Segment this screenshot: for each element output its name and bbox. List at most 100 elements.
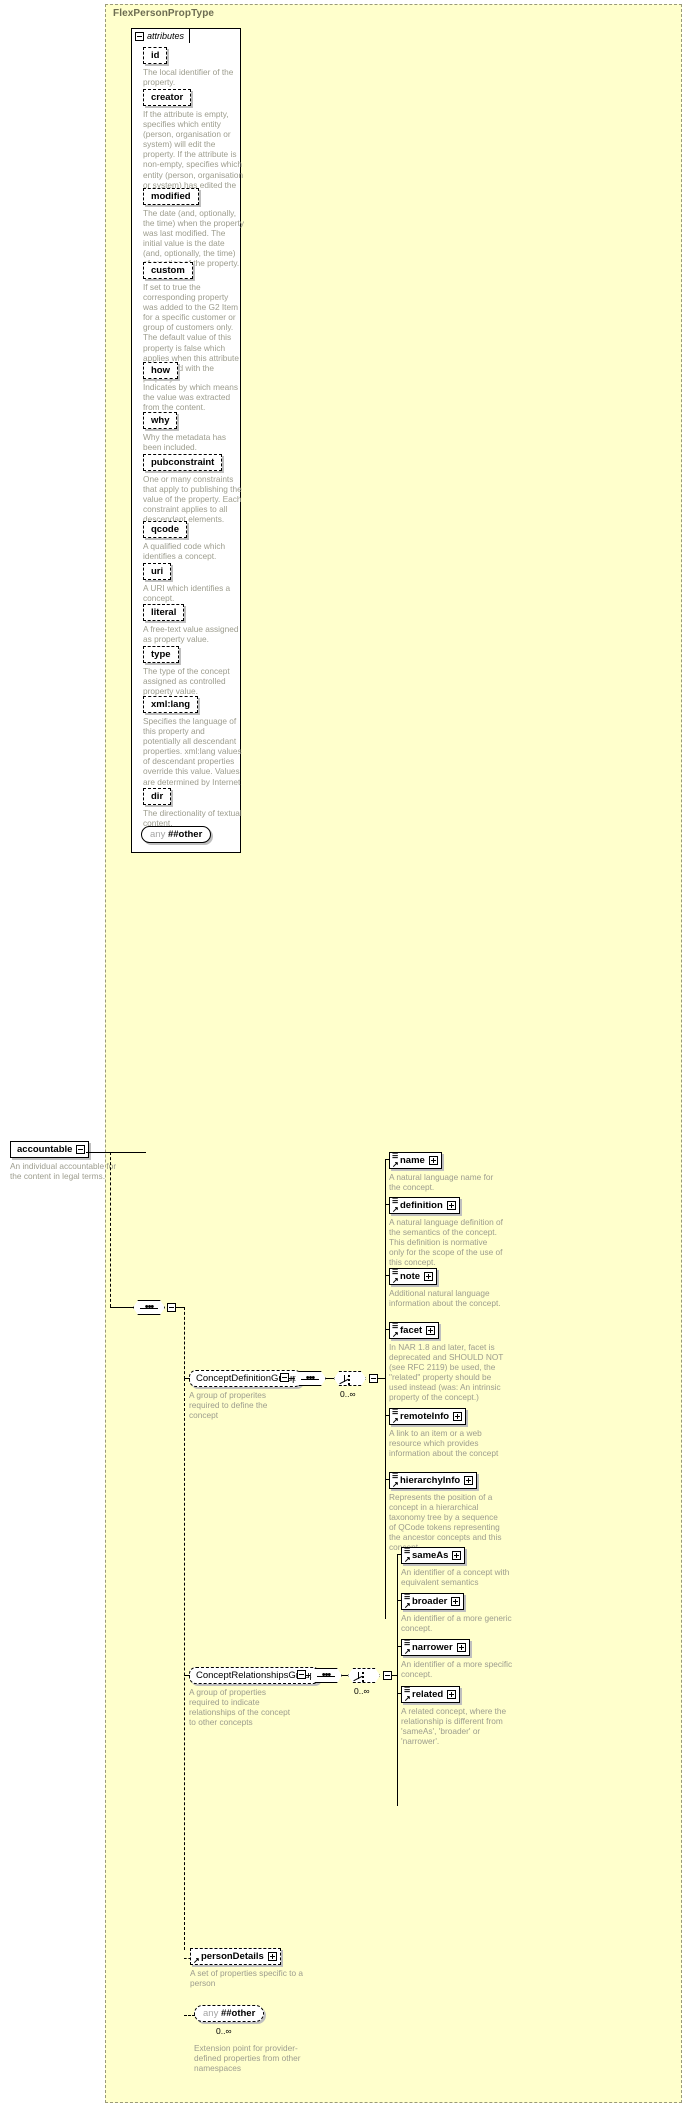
element-label: related — [412, 1689, 444, 1700]
element-chip-sameas[interactable]: ☰ ↗ sameAs — [401, 1547, 466, 1564]
any-other-wildcard: any ##other 0..∞ Extension point for pro… — [194, 2005, 309, 2073]
attribute-chip-id[interactable]: id — [143, 47, 168, 64]
any-keyword: any — [150, 829, 166, 840]
connector-line — [385, 1204, 390, 1205]
any-namespace: ##other — [167, 829, 203, 840]
occurrence-label: 0..∞ — [216, 2026, 232, 2036]
sequence-icon[interactable]: ••• — [133, 1300, 165, 1315]
element-related: ☰ ↗ related A related concept, where the … — [401, 1686, 516, 1746]
element-label: personDetails — [201, 1951, 264, 1962]
attribute-item: creator If the attribute is empty, speci… — [143, 89, 247, 200]
element-description: A link to an item or a web resource whic… — [389, 1428, 499, 1459]
element-chip-definition[interactable]: ☰ ↗ definition — [389, 1197, 460, 1214]
element-chip-persondetails[interactable]: ↗ personDetails — [190, 1948, 281, 1965]
element-note: ☰ ↗ note Additional natural language info… — [389, 1268, 504, 1308]
choice-icon[interactable] — [348, 1668, 380, 1683]
element-chip-narrower[interactable]: ☰ ↗ narrower — [401, 1639, 470, 1656]
any-chip[interactable]: any ##other — [194, 2005, 265, 2022]
connector-line — [397, 1554, 398, 1806]
minus-box-icon[interactable] — [167, 1303, 176, 1312]
element-label: facet — [400, 1325, 423, 1336]
plus-box-icon[interactable] — [267, 1952, 277, 1961]
attribute-chip-dir[interactable]: dir — [143, 788, 172, 805]
any-namespace: ##other — [220, 2008, 256, 2019]
plus-box-icon[interactable] — [451, 1597, 461, 1606]
attribute-chip-pubconstraint[interactable]: pubconstraint — [143, 454, 223, 471]
connector-line — [397, 1646, 402, 1647]
type-title: FlexPersonPropType — [113, 8, 215, 19]
sequence-icon[interactable]: ••• — [294, 1371, 326, 1386]
attribute-chip-xmllang[interactable]: xml:lang — [143, 696, 199, 713]
connector-line — [184, 1958, 191, 1959]
element-chip-hierarchyinfo[interactable]: ☰ ↗ hierarchyInfo — [389, 1472, 478, 1489]
attribute-chip-why[interactable]: why — [143, 412, 178, 429]
plus-box-icon[interactable] — [446, 1201, 456, 1210]
plus-box-icon[interactable] — [447, 1690, 457, 1699]
plus-box-icon[interactable] — [424, 1272, 434, 1281]
attributes-tab[interactable]: attributes — [131, 28, 191, 43]
attribute-chip-uri[interactable]: uri — [143, 563, 172, 580]
element-hierarchyinfo: ☰ ↗ hierarchyInfo Represents the position… — [389, 1472, 504, 1553]
attribute-description: The date (and, optionally, the time) whe… — [143, 208, 244, 269]
attribute-description: A free-text value assigned as property v… — [143, 624, 239, 645]
plus-box-icon[interactable] — [428, 1156, 438, 1165]
element-label: broader — [412, 1596, 448, 1607]
connector-line — [378, 1378, 385, 1379]
attribute-item: pubconstraint One or many constraints th… — [143, 454, 247, 524]
plus-box-icon[interactable] — [453, 1412, 463, 1421]
any-description: Extension point for provider-defined pro… — [194, 2043, 301, 2074]
element-description: A set of properties specific to a person — [190, 1968, 303, 1989]
connector-line — [397, 1693, 402, 1694]
minus-box-icon[interactable] — [280, 1373, 289, 1382]
element-chip-related[interactable]: ☰ ↗ related — [401, 1686, 461, 1703]
element-facet: ☰ ↗ facet In NAR 1.8 and later, facet is … — [389, 1322, 504, 1403]
element-chip-broader[interactable]: ☰ ↗ broader — [401, 1593, 465, 1610]
occurrence-label: 0..∞ — [354, 1686, 370, 1696]
element-label: note — [400, 1271, 421, 1282]
element-chip-name[interactable]: ☰ ↗ name — [389, 1152, 442, 1169]
attribute-chip-how[interactable]: how — [143, 362, 178, 379]
attribute-item: modified The date (and, optionally, the … — [143, 188, 247, 269]
attributes-any-wildcard[interactable]: any ##other — [141, 826, 212, 843]
element-label: narrower — [412, 1642, 453, 1653]
minus-box-icon[interactable] — [383, 1671, 392, 1680]
minus-box-icon[interactable] — [135, 31, 144, 41]
element-label: definition — [400, 1200, 443, 1211]
connector-line — [110, 1307, 134, 1308]
attribute-chip-custom[interactable]: custom — [143, 262, 193, 279]
connector-line — [385, 1479, 390, 1480]
plus-box-icon[interactable] — [452, 1551, 462, 1560]
any-keyword: any — [203, 2008, 219, 2019]
attribute-chip-qcode[interactable]: qcode — [143, 521, 187, 538]
element-broader: ☰ ↗ broader An identifier of a more gener… — [401, 1593, 516, 1633]
minus-box-icon[interactable] — [369, 1374, 378, 1383]
choice-icon[interactable] — [334, 1371, 366, 1386]
element-definition: ☰ ↗ definition A natural language definit… — [389, 1197, 504, 1267]
attribute-chip-creator[interactable]: creator — [143, 89, 192, 106]
plus-box-icon[interactable] — [456, 1643, 466, 1652]
element-chip-remoteinfo[interactable]: ☰ ↗ remoteInfo — [389, 1408, 467, 1425]
element-chip-facet[interactable]: ☰ ↗ facet — [389, 1322, 440, 1339]
attribute-description: Indicates by which means the value was e… — [143, 382, 239, 413]
connector-line — [110, 1152, 111, 1307]
sequence-icon[interactable]: ••• — [310, 1668, 342, 1683]
plus-box-icon[interactable] — [426, 1326, 436, 1335]
element-chip-accountable[interactable]: accountable — [10, 1141, 90, 1158]
attribute-item: dir The directionality of textual conten… — [143, 788, 247, 828]
attribute-item: type The type of the concept assigned as… — [143, 646, 247, 696]
attribute-chip-literal[interactable]: literal — [143, 604, 185, 621]
connector-line — [385, 1275, 390, 1276]
minus-box-icon[interactable] — [297, 1670, 306, 1679]
element-label: remoteInfo — [400, 1411, 450, 1422]
attribute-description: The type of the concept assigned as cont… — [143, 666, 230, 697]
occurrence-label: 0..∞ — [340, 1389, 356, 1399]
connector-line — [184, 1378, 190, 1379]
minus-box-icon[interactable] — [76, 1145, 86, 1154]
attribute-chip-modified[interactable]: modified — [143, 188, 199, 205]
element-sameas: ☰ ↗ sameAs An identifier of a concept wit… — [401, 1547, 516, 1587]
element-label: name — [400, 1155, 425, 1166]
attribute-chip-type[interactable]: type — [143, 646, 179, 663]
element-description: An identifier of a concept with equivale… — [401, 1567, 510, 1588]
plus-box-icon[interactable] — [464, 1476, 474, 1485]
element-chip-note[interactable]: ☰ ↗ note — [389, 1268, 438, 1285]
